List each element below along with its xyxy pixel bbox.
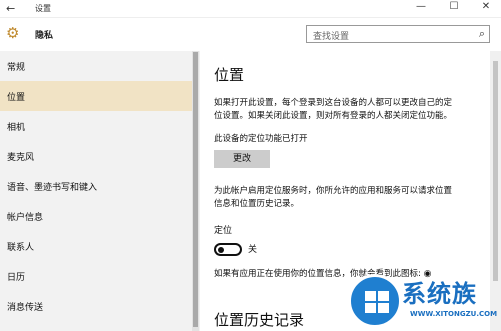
sidebar-item-label: 位置 — [7, 93, 26, 103]
gear-icon: ⚙ — [6, 24, 20, 42]
sidebar-item-speech[interactable]: 语音、墨迹书写和键入 — [0, 171, 192, 201]
sidebar-item-calendar[interactable]: 日历 — [0, 261, 192, 291]
device-location-status: 此设备的定位功能已打开 — [214, 134, 308, 144]
content-scrollbar-thumb[interactable] — [493, 61, 498, 281]
settings-header: ⚙ 隐私 查找设置 ⌕ — [0, 19, 501, 49]
sidebar-item-label: 日历 — [7, 273, 26, 283]
sidebar-item-general[interactable]: 常规 — [0, 51, 192, 81]
sidebar-item-label: 相机 — [7, 123, 26, 133]
location-history-title: 位置历史记录 — [214, 311, 305, 329]
sidebar-item-label: 联系人 — [7, 243, 35, 253]
sidebar-item-label: 常规 — [7, 63, 26, 73]
search-placeholder: 查找设置 — [313, 32, 350, 42]
search-icon[interactable]: ⌕ — [479, 27, 485, 41]
sidebar-item-messaging[interactable]: 消息传送 — [0, 291, 192, 321]
sidebar-item-label: 语音、墨迹书写和键入 — [7, 183, 98, 193]
account-description-line-1: 为此帐户启用定位服务时，你所允许的应用和服务可以请求位置 — [214, 186, 453, 196]
toggle-state-label: 关 — [248, 245, 258, 255]
windows-logo-icon — [365, 291, 389, 313]
sidebar-scrollbar-thumb[interactable] — [193, 52, 198, 327]
title-bar: ← 设置 — ☐ ✕ — [0, 0, 501, 18]
location-label: 定位 — [214, 226, 233, 236]
sidebar-item-camera[interactable]: 相机 — [0, 111, 192, 141]
location-toggle[interactable] — [214, 243, 242, 256]
description-line-2: 位设置。如果关闭此设置，则对所有登录的人都关闭定位功能。 — [214, 111, 453, 121]
search-input[interactable]: 查找设置 ⌕ — [306, 25, 490, 43]
sidebar-item-contacts[interactable]: 联系人 — [0, 231, 192, 261]
watermark-logo — [348, 274, 402, 328]
minimize-button[interactable]: — — [412, 1, 430, 12]
page-title: 隐私 — [35, 31, 54, 41]
watermark-url: WWW.XITONGZU.COM — [410, 310, 498, 318]
toggle-knob — [218, 246, 224, 253]
back-arrow-icon[interactable]: ← — [6, 2, 15, 15]
sidebar-item-label: 麦克风 — [7, 153, 35, 163]
sidebar-item-microphone[interactable]: 麦克风 — [0, 141, 192, 171]
account-description-line-2: 信息和位置历史记录。 — [214, 199, 300, 209]
sidebar-item-label: 帐户信息 — [7, 213, 44, 223]
close-button[interactable]: ✕ — [477, 1, 495, 12]
description-line-1: 如果打开此设置，每个登录到这台设备的人都可以更改自己的定 — [214, 98, 453, 108]
watermark-name: 系统族 — [402, 280, 477, 308]
section-title: 位置 — [214, 66, 245, 84]
sidebar-item-location[interactable]: 位置 — [0, 81, 192, 111]
site-watermark: 系统族 WWW.XITONGZU.COM — [340, 270, 501, 331]
window-title: 设置 — [35, 4, 51, 13]
sidebar-item-label: 消息传送 — [7, 303, 44, 313]
sidebar-item-account-info[interactable]: 帐户信息 — [0, 201, 192, 231]
sidebar-scrollbar[interactable] — [192, 51, 199, 331]
sidebar: 常规 位置 相机 麦克风 语音、墨迹书写和键入 帐户信息 联系人 日历 消息传送 — [0, 51, 200, 331]
maximize-button[interactable]: ☐ — [445, 1, 463, 12]
change-button[interactable]: 更改 — [214, 150, 270, 168]
